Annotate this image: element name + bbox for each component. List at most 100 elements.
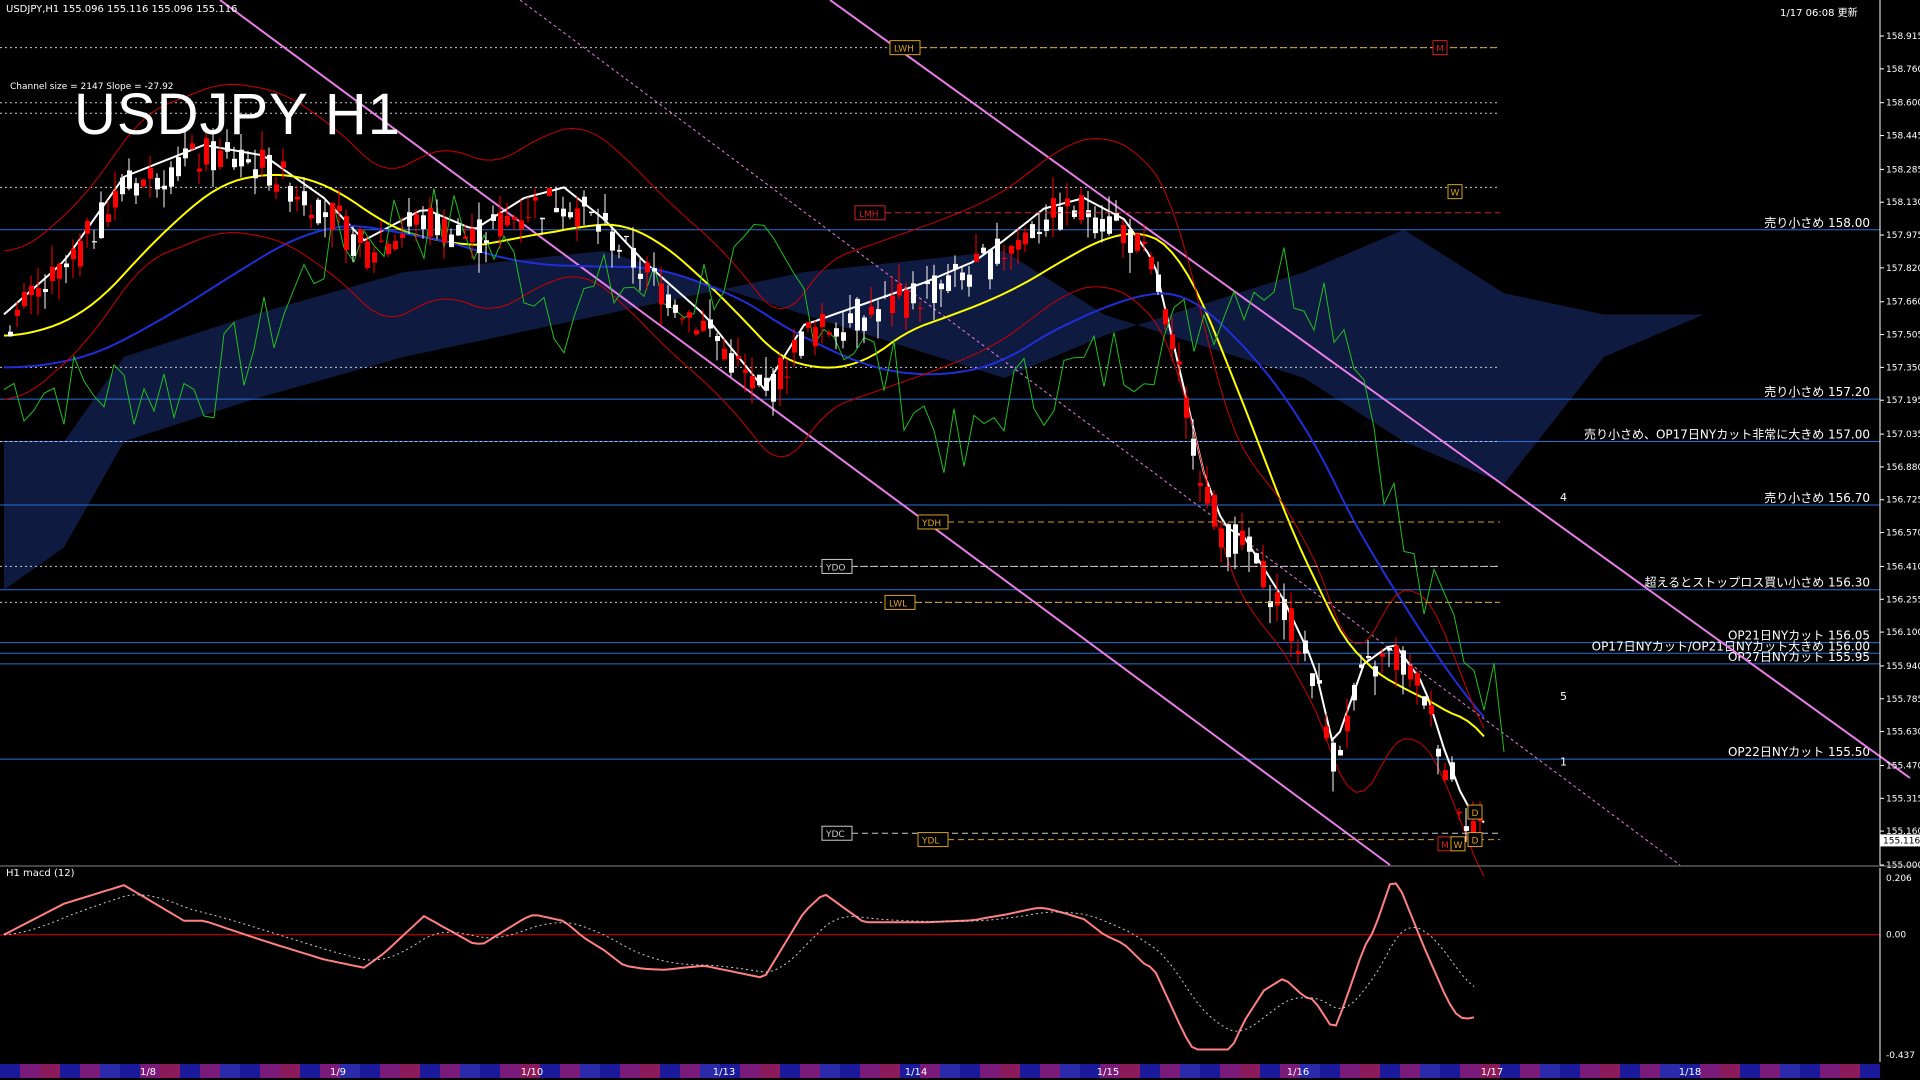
marker-letter: W xyxy=(1454,841,1463,851)
candle-body xyxy=(1023,232,1028,245)
session-block xyxy=(1540,1064,1560,1078)
session-block xyxy=(1560,1064,1580,1078)
session-block xyxy=(280,1064,300,1078)
session-block xyxy=(1320,1064,1340,1078)
candle-body xyxy=(316,199,321,224)
candle-body xyxy=(260,149,265,168)
session-block xyxy=(1740,1064,1760,1078)
candle-body xyxy=(1317,680,1322,684)
candle-body xyxy=(897,284,902,296)
candle-body xyxy=(1394,645,1399,670)
candle-body xyxy=(309,214,314,219)
candle-body xyxy=(729,353,734,373)
candle-body xyxy=(946,275,951,292)
wave-label: 1 xyxy=(1560,755,1567,768)
candle-body xyxy=(302,191,307,206)
candle-body xyxy=(379,240,384,242)
y-tick-label: 155.315 xyxy=(1886,794,1920,804)
session-block xyxy=(1620,1064,1640,1078)
session-block xyxy=(260,1064,280,1078)
candle-body xyxy=(414,214,419,225)
x-tick-label: 1/9 xyxy=(330,1067,346,1078)
candle-body xyxy=(218,150,223,167)
candle-body xyxy=(540,217,545,220)
candle-body xyxy=(1275,592,1280,606)
candle-body xyxy=(750,375,755,389)
candle-body xyxy=(78,241,83,267)
candle-body xyxy=(631,247,636,268)
candle-body xyxy=(687,312,692,318)
session-block xyxy=(220,1064,240,1078)
session-block xyxy=(1780,1064,1800,1078)
x-tick-label: 1/15 xyxy=(1097,1067,1119,1078)
session-block xyxy=(1420,1064,1440,1078)
y-tick-label: 155.940 xyxy=(1886,662,1920,672)
candle-body xyxy=(603,212,608,221)
candle-body xyxy=(71,248,76,260)
candle-body xyxy=(512,216,517,220)
session-block xyxy=(1520,1064,1540,1078)
candle-body xyxy=(1205,486,1210,504)
y-tick-label: 157.035 xyxy=(1886,430,1920,440)
candle-body xyxy=(148,167,153,179)
candle-body xyxy=(491,214,496,221)
session-block xyxy=(820,1064,840,1078)
session-block xyxy=(20,1064,40,1078)
candle-body xyxy=(15,309,20,316)
y-tick-label: 156.255 xyxy=(1886,595,1920,605)
candle-body xyxy=(624,235,629,237)
candle-body xyxy=(1107,216,1112,234)
y-tick-label: 155.630 xyxy=(1886,728,1920,738)
session-block xyxy=(1220,1064,1240,1078)
candle-body xyxy=(953,263,958,270)
candle-body xyxy=(813,327,818,347)
session-block xyxy=(1860,1064,1880,1078)
session-block xyxy=(960,1064,980,1078)
candle-body xyxy=(442,218,447,243)
candle-body xyxy=(1415,673,1420,686)
candle-body xyxy=(1058,206,1063,230)
update-time: 1/17 06:08 更新 xyxy=(1780,8,1858,19)
chart-canvas[interactable]: 売り小さめ 158.00 売り小さめ 157.20 売り小さめ、OP17日NYカット… xyxy=(0,0,1920,1080)
candle-body xyxy=(29,286,34,296)
candle-body xyxy=(1422,696,1427,706)
candle-body xyxy=(1380,653,1385,657)
session-block xyxy=(620,1064,640,1078)
session-block xyxy=(1120,1064,1140,1078)
session-block xyxy=(1600,1064,1620,1078)
y-tick-label: 158.760 xyxy=(1886,65,1920,75)
session-block xyxy=(240,1064,260,1078)
candle-body xyxy=(1450,762,1455,780)
session-block xyxy=(1760,1064,1780,1078)
session-block xyxy=(1720,1064,1740,1078)
candle-body xyxy=(1436,748,1441,757)
session-block xyxy=(1020,1064,1040,1078)
session-block xyxy=(80,1064,100,1078)
candle-body xyxy=(1464,826,1469,831)
candle-body xyxy=(1219,528,1224,548)
candle-body xyxy=(463,236,468,239)
candle-body xyxy=(400,234,405,238)
x-tick-label: 1/14 xyxy=(905,1067,927,1078)
y-tick-label: 157.350 xyxy=(1886,363,1920,373)
candle-body xyxy=(1457,811,1462,814)
candle-body xyxy=(1359,664,1364,668)
candle-body xyxy=(995,238,1000,264)
candle-body xyxy=(1443,770,1448,781)
symbol-info: USDJPY,H1 155.096 155.116 155.096 155.11… xyxy=(6,4,238,15)
session-block xyxy=(1840,1064,1860,1078)
session-block xyxy=(660,1064,680,1078)
candle-body xyxy=(1037,231,1042,235)
candle-body xyxy=(407,212,412,227)
candle-body xyxy=(1373,666,1378,677)
x-tick-label: 1/16 xyxy=(1287,1067,1309,1078)
macd-tick-label: 0.00 xyxy=(1886,931,1906,941)
macd-tick-label: 0.206 xyxy=(1886,874,1912,884)
session-block xyxy=(1260,1064,1280,1078)
candle-body xyxy=(1170,334,1175,350)
candle-body xyxy=(246,159,251,163)
session-block xyxy=(980,1064,1000,1078)
candle-body xyxy=(484,240,489,244)
candle-body xyxy=(1051,198,1056,218)
candle-body xyxy=(638,273,643,279)
